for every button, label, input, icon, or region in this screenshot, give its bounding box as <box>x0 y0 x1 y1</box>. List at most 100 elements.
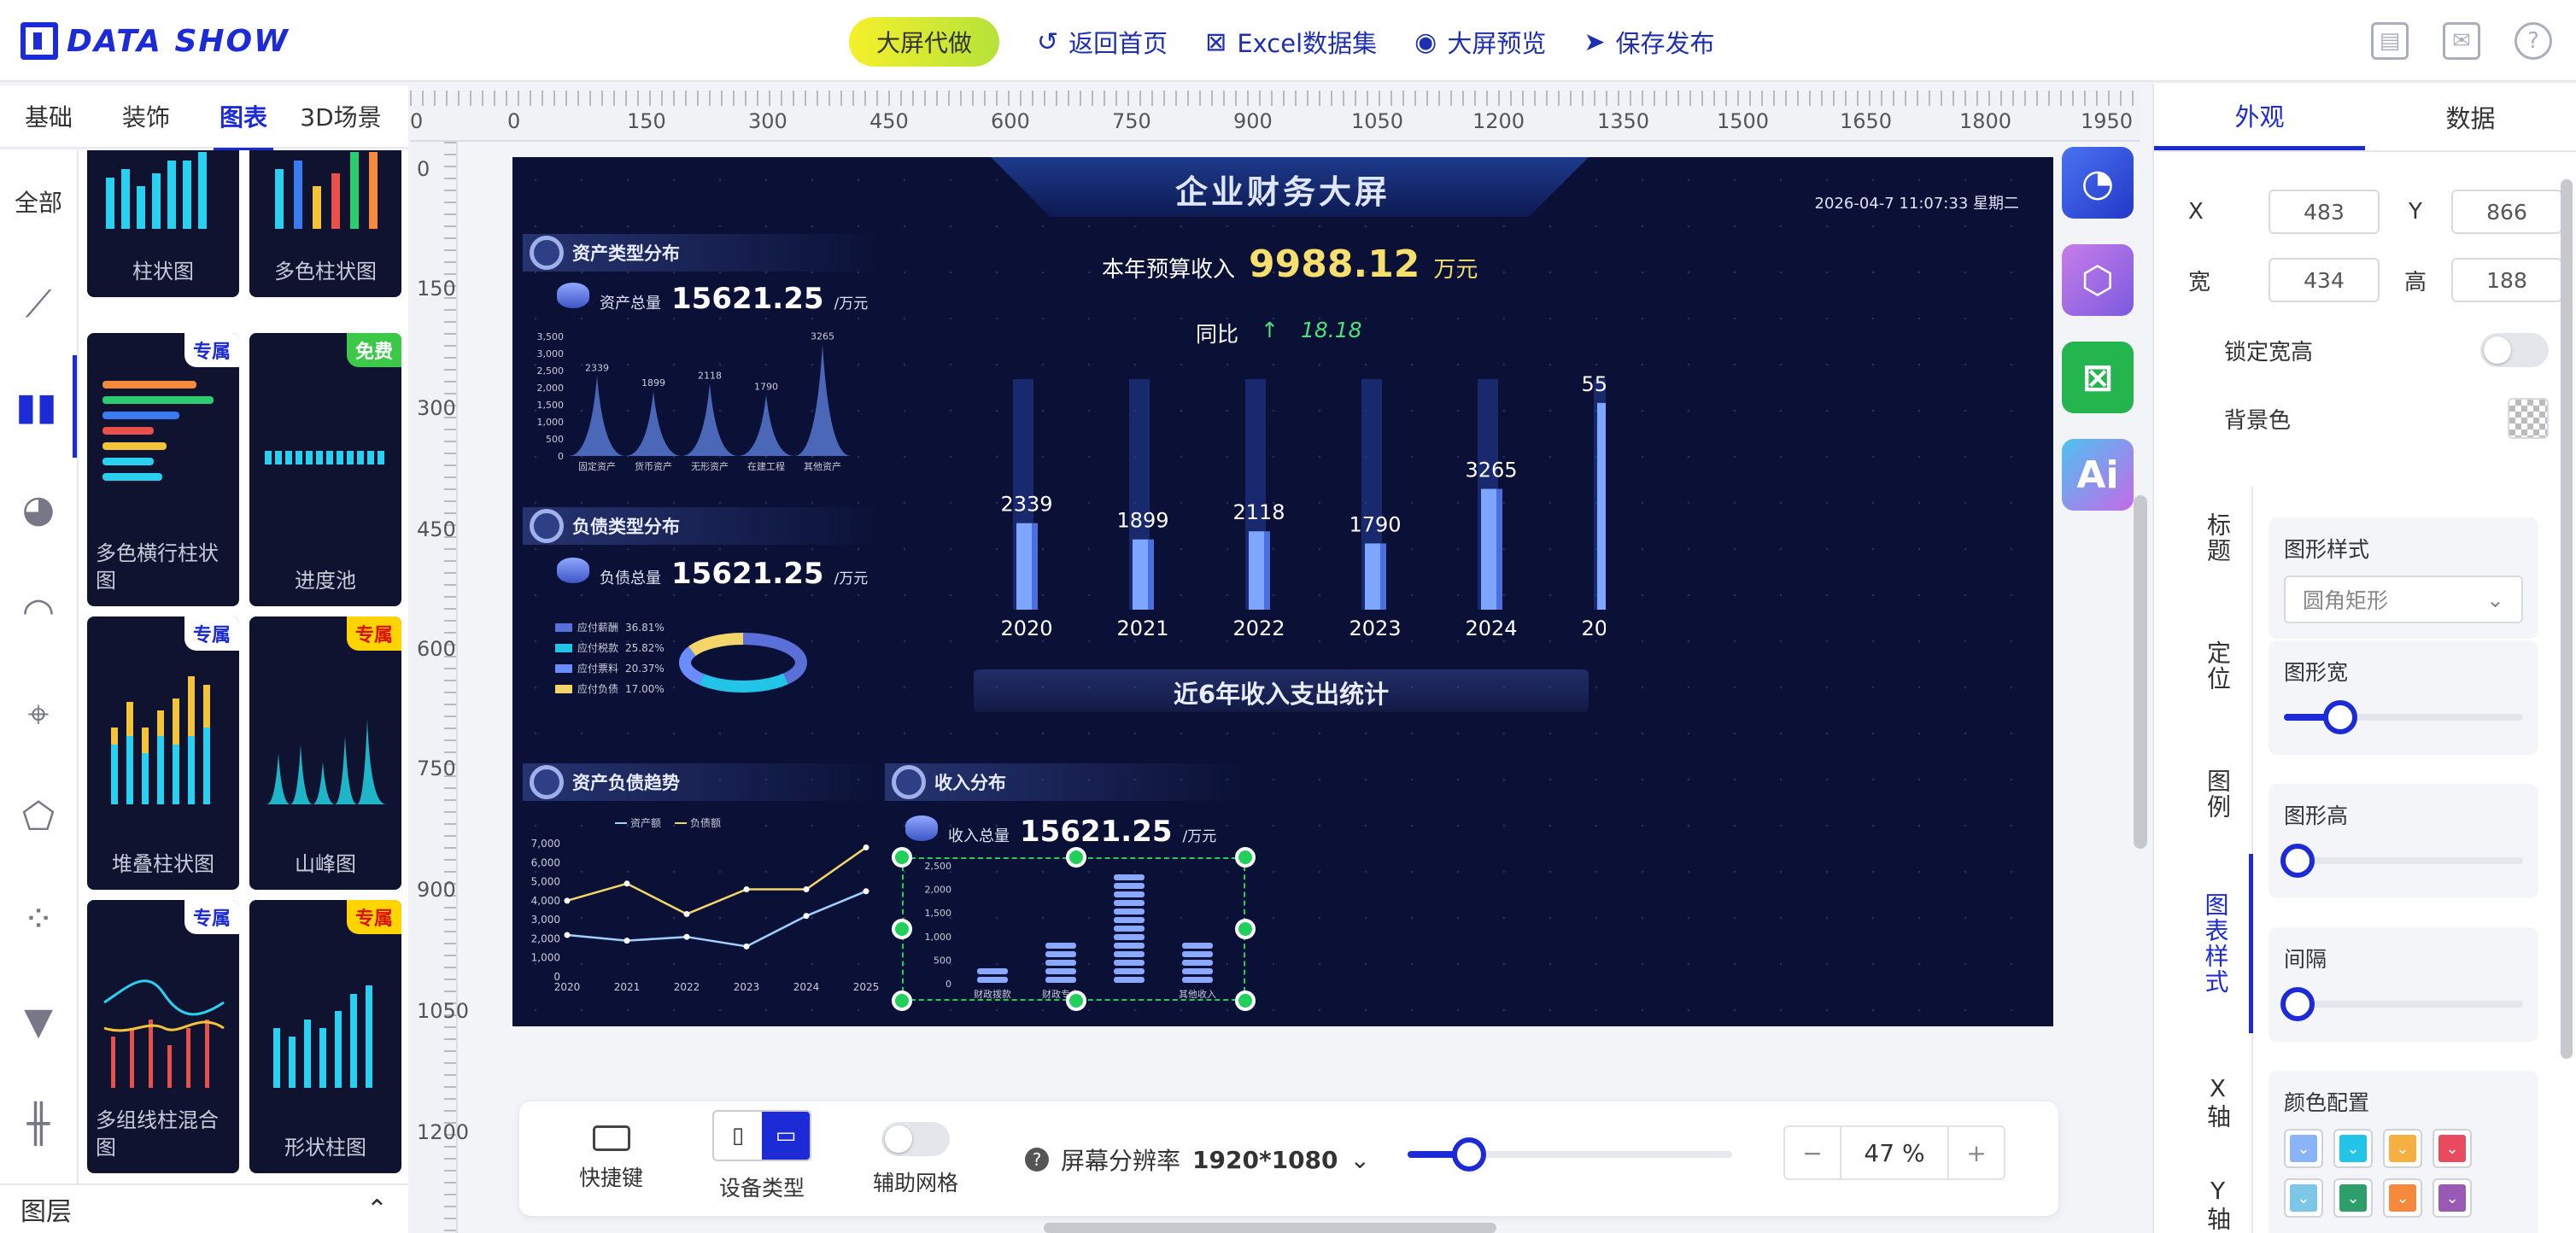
vtab-title[interactable]: 标题 <box>2181 487 2253 589</box>
dashboard-canvas[interactable]: 企业财务大屏 2026-04-7 11:07:33 星期二 资产类型分布 资产总… <box>512 157 2053 1026</box>
asset-type-chart[interactable]: 0 500 1,000 1,500 2,000 2,500 3,000 3,500 2339 固定… <box>521 328 871 482</box>
grid-toggle[interactable]: 辅助网格 <box>873 1122 958 1197</box>
color-swatch[interactable]: ⌄ <box>2284 1178 2323 1218</box>
ai-icon[interactable]: Ai <box>2062 439 2134 511</box>
slider-knob[interactable] <box>2323 700 2358 734</box>
shortcuts-button[interactable]: 快捷键 <box>579 1125 643 1192</box>
x-input[interactable]: 483 <box>2269 190 2380 234</box>
resize-handle[interactable] <box>892 919 912 939</box>
vtab-y-axis[interactable]: Y轴 <box>2181 1161 2253 1233</box>
slider-knob[interactable] <box>2280 987 2315 1021</box>
tab-decoration[interactable]: 装饰 <box>97 99 195 133</box>
image-icon[interactable]: ◔ <box>2062 147 2134 219</box>
zoom-in-button[interactable]: + <box>1949 1127 2004 1178</box>
shape-width-slider[interactable] <box>2284 700 2523 734</box>
shape-height-slider[interactable] <box>2280 844 2523 878</box>
color-swatch[interactable]: ⌄ <box>2383 1178 2422 1218</box>
tab-appearance[interactable]: 外观 <box>2154 84 2365 150</box>
category-map[interactable]: ⌖ <box>0 663 77 765</box>
trend-chart[interactable]: 资产额 负债额01,0002,0003,0004,0005,0006,0007,0… <box>521 815 880 994</box>
help-icon[interactable]: ? <box>2515 22 2552 60</box>
color-swatch[interactable]: ⌄ <box>2333 1129 2373 1168</box>
zoom-value[interactable]: 47 % <box>1840 1127 1949 1178</box>
excel-icon[interactable]: ⊠ <box>2062 342 2134 413</box>
resize-handle[interactable] <box>1235 847 1256 868</box>
zoom-slider[interactable] <box>1408 1137 1732 1172</box>
publish-button[interactable]: ➤ 保存发布 <box>1584 24 1714 60</box>
category-pie[interactable]: ◕ <box>0 458 77 560</box>
gap-slider[interactable] <box>2280 987 2523 1021</box>
peak <box>682 383 738 456</box>
resize-handle[interactable] <box>1235 919 1256 939</box>
debt-type-chart[interactable]: 应付薪酬 36.81% 应付税款 25.82% 应付票料 20.37% 应付负债 17.00% <box>555 618 871 712</box>
cube-icon[interactable]: ⬡ <box>2062 244 2134 316</box>
resize-handle[interactable] <box>1066 990 1086 1011</box>
section-income[interactable]: 收入分布 <box>885 763 1244 801</box>
category-bar[interactable]: ▮▮ <box>0 355 77 458</box>
category-radar[interactable]: ⬠ <box>0 765 77 868</box>
clipboard-icon[interactable]: ▤ <box>2371 22 2409 60</box>
height-input[interactable]: 188 <box>2451 258 2562 302</box>
resize-handle[interactable] <box>892 847 912 868</box>
layers-panel-toggle[interactable]: 图层 ⌃ <box>0 1183 408 1233</box>
shape-style-select[interactable]: 圆角矩形 ⌄ <box>2284 576 2523 623</box>
vtab-x-axis[interactable]: X轴 <box>2181 1059 2253 1144</box>
slider-knob[interactable] <box>2280 844 2315 878</box>
section-debt-type[interactable]: 负债类型分布 <box>523 507 881 545</box>
height-label: 高 <box>2403 269 2427 295</box>
thumb-label: 多色横行柱状图 <box>96 541 219 593</box>
resize-handle[interactable] <box>892 990 912 1011</box>
thumb-line-bar-mix[interactable]: 专属 多组线柱混合图 <box>87 900 239 1173</box>
canvas-scrollbar-vertical[interactable] <box>2134 495 2147 849</box>
thumb-horizontal-bar[interactable]: 专属 多色横行柱状图 <box>87 333 239 606</box>
mobile-icon[interactable]: ▯ <box>714 1112 762 1160</box>
color-swatch[interactable]: ⌄ <box>2333 1178 2373 1218</box>
category-candlestick[interactable]: ╫ <box>0 1072 77 1175</box>
y-input[interactable]: 866 <box>2451 190 2562 234</box>
zoom-slider-knob[interactable] <box>1452 1137 1487 1172</box>
tab-basic[interactable]: 基础 <box>0 99 97 133</box>
tab-charts[interactable]: 图表 <box>195 99 292 152</box>
width-input[interactable]: 434 <box>2269 258 2380 302</box>
vtab-position[interactable]: 定位 <box>2181 615 2253 717</box>
thumb-progress-pool[interactable]: 免费 进度池 <box>249 333 401 606</box>
mail-icon[interactable]: ✉ <box>2443 22 2480 60</box>
preview-button[interactable]: ◉ 大屏预览 <box>1414 24 1546 60</box>
logo[interactable]: DATA SHOW <box>20 20 290 61</box>
thumb-shape-bar[interactable]: 专属 形状柱图 <box>249 900 401 1173</box>
category-gauge[interactable]: ◠ <box>0 560 77 663</box>
section-trend[interactable]: 资产负债趋势 <box>523 763 881 801</box>
category-all[interactable]: 全部 <box>0 150 77 253</box>
zoom-out-button[interactable]: − <box>1785 1127 1840 1178</box>
category-scatter[interactable]: ⁘ <box>0 868 77 970</box>
category-funnel[interactable]: ▼ <box>0 970 77 1072</box>
custom-screen-button[interactable]: 大屏代做 <box>849 17 1000 67</box>
bg-color-picker[interactable] <box>2508 398 2549 439</box>
tab-3d-scene[interactable]: 3D场景 <box>292 99 389 133</box>
thumb-peak-chart[interactable]: 专属 山峰图 <box>249 616 401 890</box>
category-line[interactable]: ⟋ <box>0 253 77 355</box>
grid-switch[interactable] <box>881 1122 950 1156</box>
back-home-button[interactable]: ↺ 返回首页 <box>1037 24 1168 60</box>
resize-handle[interactable] <box>1235 990 1256 1011</box>
main-income-chart[interactable]: 2339 2020 1899 2021 2118 2022 1790 2023 3265 2024… <box>940 362 1606 669</box>
vtab-legend[interactable]: 图例 <box>2181 743 2253 845</box>
vtab-chart-style[interactable]: 图表样式 <box>2181 854 2253 1033</box>
color-swatch[interactable]: ⌄ <box>2284 1129 2323 1168</box>
tab-data[interactable]: 数据 <box>2365 84 2576 150</box>
thumb-stacked-bar[interactable]: 专属 堆叠柱状图 <box>87 616 239 890</box>
color-swatch[interactable]: ⌄ <box>2433 1129 2472 1168</box>
thumb-multicolor-bar[interactable]: 多色柱状图 <box>249 150 401 297</box>
desktop-icon[interactable]: ▭ <box>762 1112 810 1160</box>
canvas-scrollbar-horizontal[interactable] <box>1044 1223 1496 1233</box>
section-asset-type[interactable]: 资产类型分布 <box>523 234 881 272</box>
properties-scrollbar[interactable] <box>2561 179 2573 1059</box>
resize-handle[interactable] <box>1066 847 1086 868</box>
color-swatch[interactable]: ⌄ <box>2383 1129 2422 1168</box>
color-swatch[interactable]: ⌄ <box>2433 1178 2472 1218</box>
resolution-select[interactable]: ? 屏幕分辨率 1920*1080 ⌄ <box>1025 1142 1370 1177</box>
section-icon <box>530 509 564 543</box>
excel-dataset-button[interactable]: ⊠ Excel数据集 <box>1205 24 1377 60</box>
thumb-bar-chart[interactable]: 柱状图 <box>87 150 239 297</box>
lock-ratio-switch[interactable] <box>2480 333 2549 367</box>
